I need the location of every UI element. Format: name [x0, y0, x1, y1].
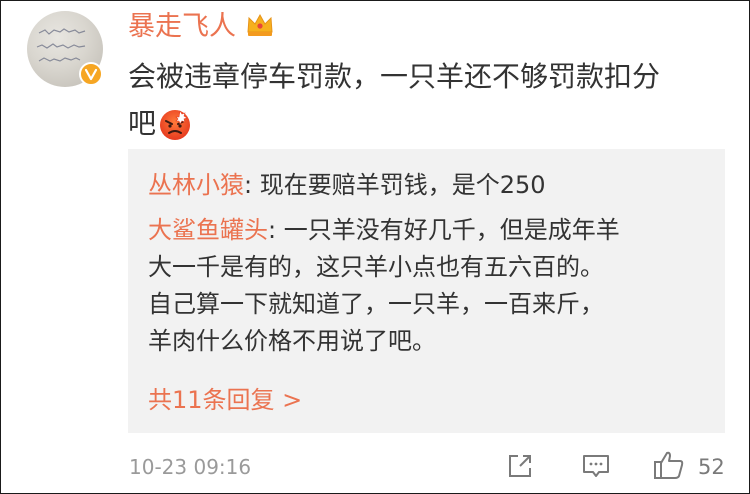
reply-author[interactable]: 丛林小猿 — [148, 171, 244, 199]
reply-text: 羊肉什么价格不用说了吧。 — [148, 327, 436, 355]
reply-text: 一只羊没有好几千，但是成年羊 — [283, 216, 620, 244]
comment-card: 暴走飞人 会被违章停车罚款，一只羊还不够罚款扣分 吧 丛林小猿: 现在要赔羊罚钱… — [0, 0, 750, 494]
comment-line-2: 吧 — [128, 100, 728, 147]
reply-text: 现在要赔羊罚钱，是个250 — [259, 171, 546, 199]
more-replies-link[interactable]: 共11条回复 > — [148, 382, 302, 418]
share-icon[interactable] — [506, 452, 534, 480]
reply-text: 自己算一下就知道了，一只羊，一百来斤， — [148, 290, 604, 318]
comment-line-1: 会被违章停车罚款，一只羊还不够罚款扣分 — [128, 60, 661, 93]
reply-item: 大鲨鱼罐头: 一只羊没有好几千，但是成年羊 大一千是有的，这只羊小点也有五六百的… — [148, 212, 708, 360]
replies-box: 丛林小猿: 现在要赔羊罚钱，是个250 大鲨鱼罐头: 一只羊没有好几千，但是成年… — [128, 149, 725, 433]
crown-icon — [247, 13, 273, 36]
comment-icon[interactable] — [581, 452, 611, 480]
comment-text: 会被违章停车罚款，一只羊还不够罚款扣分 吧 — [128, 53, 728, 147]
reply-text: 大一千是有的，这只羊小点也有五六百的。 — [148, 253, 604, 281]
like-icon[interactable] — [652, 449, 686, 481]
like-count: 52 — [698, 455, 725, 479]
reply-item: 丛林小猿: 现在要赔羊罚钱，是个250 — [148, 171, 546, 199]
timestamp: 10-23 09:16 — [129, 455, 252, 479]
angry-emoji-icon — [160, 110, 191, 140]
username[interactable]: 暴走飞人 — [128, 9, 236, 45]
verified-badge-icon — [79, 62, 103, 86]
reply-author[interactable]: 大鲨鱼罐头 — [148, 216, 268, 244]
